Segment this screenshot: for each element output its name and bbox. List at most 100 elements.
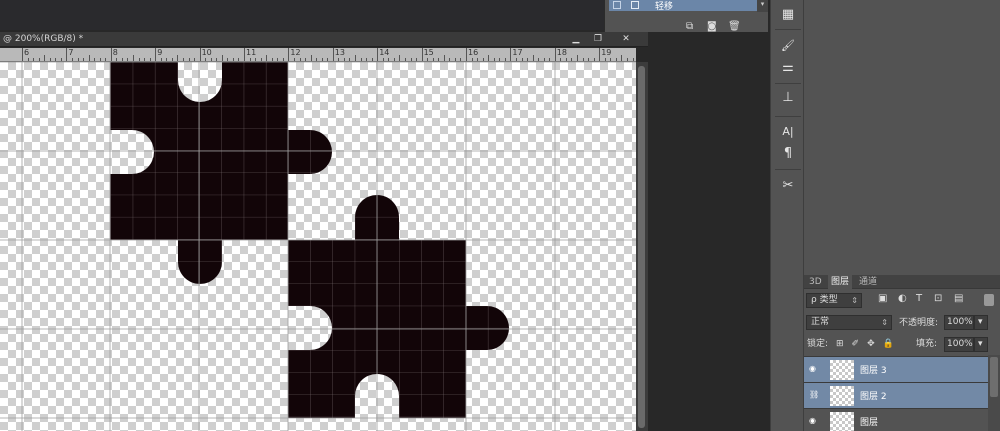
ruler-tick xyxy=(182,58,184,61)
minimize-button[interactable]: ▁ xyxy=(567,33,585,45)
layer-filter-select[interactable]: ρ 类型 ⇕ xyxy=(806,293,862,308)
layer-row[interactable]: ◉ 图层 xyxy=(804,408,988,431)
ruler-tick xyxy=(321,58,323,61)
trash-icon[interactable]: 🗑 xyxy=(728,22,741,32)
canvas-artwork xyxy=(0,62,636,431)
layers-scrollbar[interactable] xyxy=(988,355,1000,431)
ruler-tick xyxy=(127,58,129,61)
ruler-tick xyxy=(144,58,146,61)
tool-presets-icon[interactable]: ✂ xyxy=(778,176,798,196)
ruler-tick xyxy=(99,58,101,61)
adjustments-icon[interactable]: ⚌ xyxy=(778,58,798,78)
tab-channels[interactable]: 通道 xyxy=(856,275,880,289)
blend-mode-select[interactable]: 正常 ⇕ xyxy=(806,315,892,330)
link-icon[interactable]: ⛓ xyxy=(809,391,819,399)
stamp-icon[interactable]: ⊥ xyxy=(778,88,798,108)
lock-icons[interactable]: ⊞✐✥🔒 xyxy=(836,338,902,351)
shape-filter-icon[interactable]: ⊡ xyxy=(934,294,944,304)
ruler-tick xyxy=(482,58,484,61)
ruler-tick xyxy=(55,58,57,61)
ruler-tick xyxy=(116,58,118,61)
history-scroll-arrow[interactable]: ▾ xyxy=(757,0,768,12)
ruler-tick xyxy=(610,58,612,61)
ruler-tick xyxy=(477,58,479,61)
ruler-tick xyxy=(44,55,46,61)
top-workspace-area xyxy=(0,0,604,30)
tool-separator xyxy=(775,169,801,170)
ruler-number: 13 xyxy=(334,48,345,57)
ruler-tick xyxy=(549,58,551,61)
ruler-tick xyxy=(349,58,351,61)
ruler-tick xyxy=(166,58,168,61)
ruler-tick xyxy=(571,58,573,61)
chevron-down-icon: ⇕ xyxy=(881,318,888,327)
adjustment-filter-icon[interactable]: ◐ xyxy=(898,294,908,304)
tool-separator xyxy=(775,116,801,117)
pixel-filter-icon[interactable]: ▣ xyxy=(878,294,888,304)
camera-icon[interactable]: ◙ xyxy=(707,22,717,32)
layer-row[interactable]: ⛓ 图层 2 xyxy=(804,382,988,408)
ruler-tick xyxy=(60,58,62,61)
ruler-tick xyxy=(621,55,623,61)
eye-icon[interactable]: ◉ xyxy=(809,417,819,425)
fill-input[interactable]: 100% xyxy=(944,337,974,352)
ruler-tick xyxy=(471,58,473,61)
ruler-tick xyxy=(510,48,512,61)
ruler-tick xyxy=(277,58,279,61)
ruler-tick xyxy=(332,48,334,61)
layer-name[interactable]: 图层 3 xyxy=(860,363,887,376)
fill-dropdown[interactable]: ▾ xyxy=(974,337,988,352)
type-filter-icon[interactable]: T xyxy=(916,294,926,304)
history-brush-icon[interactable] xyxy=(613,1,621,9)
scrollbar-thumb[interactable] xyxy=(638,66,645,428)
ruler-tick xyxy=(582,58,584,61)
smart-object-filter-icon[interactable]: ▤ xyxy=(954,294,964,304)
ruler-tick xyxy=(454,58,456,61)
layer-filter-value: ρ 类型 xyxy=(811,295,838,305)
close-button[interactable]: ✕ xyxy=(617,33,635,45)
tab-3d[interactable]: 3D xyxy=(806,275,825,289)
layer-name[interactable]: 图层 2 xyxy=(860,389,887,402)
brush-settings-icon[interactable]: 🖌 xyxy=(778,36,798,56)
opacity-dropdown[interactable]: ▾ xyxy=(974,315,988,330)
ruler-tick xyxy=(27,58,29,61)
horizontal-ruler: 6 7 8 9 10 11 12 13 14 15 16 17 18 19 xyxy=(0,48,636,62)
document-canvas[interactable] xyxy=(0,62,636,431)
character-icon[interactable]: A| xyxy=(778,122,798,142)
ruler-tick xyxy=(94,58,96,61)
ruler-tick xyxy=(443,55,445,61)
ruler-tick xyxy=(410,58,412,61)
document-tab[interactable]: @ 200%(RGB/8) * xyxy=(0,32,83,47)
layer-thumbnail xyxy=(830,360,854,380)
eye-icon[interactable]: ◉ xyxy=(809,365,819,373)
new-snapshot-icon[interactable]: ⧉ xyxy=(686,22,696,32)
layer-name[interactable]: 图层 xyxy=(860,415,878,428)
ruler-tick xyxy=(593,58,595,61)
ruler-tick xyxy=(227,58,229,61)
ruler-tick xyxy=(460,58,462,61)
filter-toggle-switch[interactable] xyxy=(984,294,994,306)
canvas-vertical-scrollbar[interactable] xyxy=(636,62,648,431)
tab-layers[interactable]: 图层 xyxy=(828,275,853,289)
ruler-number: 8 xyxy=(112,48,118,57)
grid-icon[interactable]: ▦ xyxy=(778,5,798,25)
lock-label: 锁定: xyxy=(807,339,829,349)
restore-button[interactable]: ❐ xyxy=(589,33,607,45)
opacity-input[interactable]: 100% xyxy=(944,315,974,330)
ruler-tick xyxy=(66,48,68,61)
ruler-tick xyxy=(33,58,35,61)
ruler-tick xyxy=(49,58,51,61)
ruler-tick xyxy=(177,55,179,61)
paragraph-icon[interactable]: ¶ xyxy=(778,144,798,164)
chevron-down-icon: ⇕ xyxy=(851,296,858,305)
panel-tabs: 3D 图层 通道 xyxy=(804,275,1000,289)
ruler-number: 16 xyxy=(468,48,479,57)
layer-row[interactable]: ◉ 图层 3 xyxy=(804,356,988,382)
ruler-tick xyxy=(310,55,312,61)
history-item[interactable]: 轻移 xyxy=(609,0,759,12)
ruler-tick xyxy=(343,58,345,61)
ruler-tick xyxy=(355,55,356,61)
ruler-tick xyxy=(432,58,434,61)
scrollbar-thumb[interactable] xyxy=(990,357,998,397)
ruler-number: 15 xyxy=(423,48,434,57)
